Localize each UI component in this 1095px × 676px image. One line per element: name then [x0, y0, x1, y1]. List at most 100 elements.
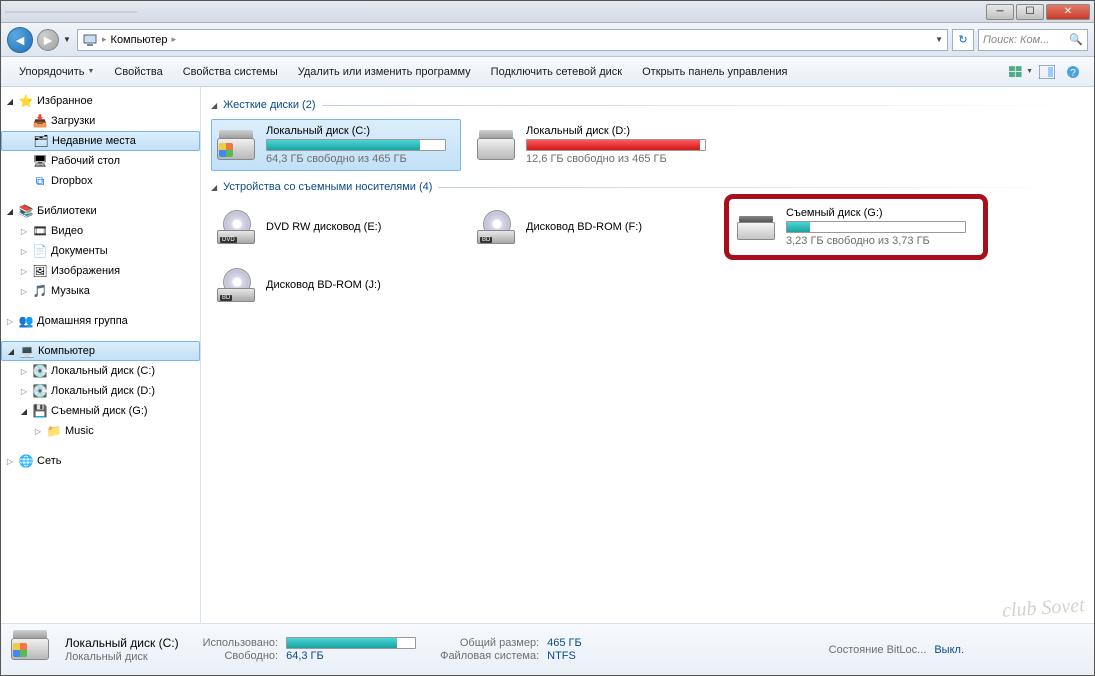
bd-icon: BD [216, 264, 258, 306]
drive-bd-j[interactable]: BD Дисковод BD-ROM (J:) [211, 259, 461, 311]
folder-icon: 📁 [46, 423, 62, 439]
capacity-bar [266, 139, 446, 151]
details-used-bar [286, 637, 416, 649]
sidebar-music-folder[interactable]: ▷📁Music [1, 421, 200, 441]
details-fs-value: NTFS [547, 650, 582, 662]
homegroup-icon: 👥 [18, 313, 34, 329]
network-node[interactable]: ▷🌐Сеть [1, 451, 200, 471]
drive-free-text: 64,3 ГБ свободно из 465 ГБ [266, 153, 456, 165]
properties-button[interactable]: Свойства [104, 62, 172, 82]
sidebar-removable-g[interactable]: ◢💾Съемный диск (G:) [1, 401, 200, 421]
details-bitlocker-label: Состояние BitLoc... [829, 644, 927, 656]
favorites-node[interactable]: ◢⭐Избранное [1, 91, 200, 111]
preview-pane-button[interactable] [1035, 61, 1059, 83]
address-dropdown[interactable]: ▼ [935, 35, 943, 44]
sidebar-videos[interactable]: ▷🎞Видео [1, 221, 200, 241]
drive-icon: 💽 [32, 363, 48, 379]
drive-free-text: 12,6 ГБ свободно из 465 ГБ [526, 153, 716, 165]
minimize-button[interactable]: ─ [986, 4, 1014, 20]
star-icon: ⭐ [18, 93, 34, 109]
drive-label: Дисковод BD-ROM (F:) [526, 221, 716, 233]
back-button[interactable]: ◄ [7, 27, 33, 53]
navigation-pane: ◢⭐Избранное 📥Загрузки 🗂Недавние места 🖥Р… [1, 87, 201, 623]
sidebar-pictures[interactable]: ▷🖼Изображения [1, 261, 200, 281]
recent-icon: 🗂 [33, 133, 49, 149]
documents-icon: 📄 [32, 243, 48, 259]
toolbar: Упорядочить▼ Свойства Свойства системы У… [1, 57, 1094, 87]
dvd-icon: DVD [216, 206, 258, 248]
details-bitlocker-value: Выкл. [934, 644, 964, 656]
drive-dvd-e[interactable]: DVD DVD RW дисковод (E:) [211, 201, 461, 253]
drive-label: Локальный диск (D:) [526, 125, 716, 137]
drive-label: Дисковод BD-ROM (J:) [266, 279, 456, 291]
maximize-button[interactable]: ☐ [1016, 4, 1044, 20]
details-subtitle: Локальный диск [65, 651, 179, 663]
downloads-icon: 📥 [32, 113, 48, 129]
drive-bd-f[interactable]: BD Дисковод BD-ROM (F:) [471, 201, 721, 253]
hdd-icon [476, 124, 518, 166]
breadcrumb-item[interactable]: Компьютер [111, 34, 168, 46]
sidebar-local-c[interactable]: ▷💽Локальный диск (C:) [1, 361, 200, 381]
details-free-value: 64,3 ГБ [286, 650, 416, 662]
drive-removable-g[interactable]: Съемный диск (G:) 3,23 ГБ свободно из 3,… [731, 201, 981, 253]
drive-free-text: 3,23 ГБ свободно из 3,73 ГБ [786, 235, 976, 247]
libraries-node[interactable]: ◢📚Библиотеки [1, 201, 200, 221]
address-bar[interactable]: ▸ Компьютер ▸ ▼ [77, 29, 948, 51]
group-removable[interactable]: ◢Устройства со съемными носителями (4) [211, 181, 1084, 193]
window-title: ———————————— [5, 6, 137, 18]
window-controls: ─ ☐ ✕ [986, 4, 1090, 20]
view-options-button[interactable]: ▼ [1009, 61, 1033, 83]
nav-bar: ◄ ► ▼ ▸ Компьютер ▸ ▼ ↻ Поиск: Ком... 🔍 [1, 23, 1094, 57]
computer-node[interactable]: ◢💻Компьютер [1, 341, 200, 361]
details-total-value: 465 ГБ [547, 637, 582, 649]
desktop-icon: 🖥 [32, 153, 48, 169]
sidebar-desktop[interactable]: 🖥Рабочий стол [1, 151, 200, 171]
explorer-window: ———————————— ─ ☐ ✕ ◄ ► ▼ ▸ Компьютер ▸ ▼… [0, 0, 1095, 676]
hdd-icon [11, 630, 55, 670]
uninstall-button[interactable]: Удалить или изменить программу [288, 62, 481, 82]
group-hard-drives[interactable]: ◢Жесткие диски (2) [211, 99, 1084, 111]
network-icon: 🌐 [18, 453, 34, 469]
main-area: ◢⭐Избранное 📥Загрузки 🗂Недавние места 🖥Р… [1, 87, 1094, 623]
computer-icon: 💻 [19, 343, 35, 359]
capacity-bar [786, 221, 966, 233]
usb-icon: 💾 [32, 403, 48, 419]
drive-label: Съемный диск (G:) [786, 207, 976, 219]
organize-button[interactable]: Упорядочить▼ [9, 62, 104, 82]
forward-button[interactable]: ► [37, 29, 59, 51]
sidebar-documents[interactable]: ▷📄Документы [1, 241, 200, 261]
details-pane: Локальный диск (C:) Локальный диск Испол… [1, 623, 1094, 675]
drive-local-d[interactable]: Локальный диск (D:) 12,6 ГБ свободно из … [471, 119, 721, 171]
breadcrumb-separator[interactable]: ▸ [102, 34, 107, 45]
help-button[interactable]: ? [1061, 61, 1085, 83]
hdd-icon [216, 124, 258, 166]
music-icon: 🎵 [32, 283, 48, 299]
history-dropdown[interactable]: ▼ [63, 35, 73, 44]
details-title: Локальный диск (C:) [65, 636, 179, 650]
sidebar-downloads[interactable]: 📥Загрузки [1, 111, 200, 131]
search-placeholder: Поиск: Ком... [983, 34, 1049, 46]
dropbox-icon: ⧉ [32, 173, 48, 189]
video-icon: 🎞 [32, 223, 48, 239]
drive-local-c[interactable]: Локальный диск (C:) 64,3 ГБ свободно из … [211, 119, 461, 171]
sidebar-recent[interactable]: 🗂Недавние места [1, 131, 200, 151]
libraries-icon: 📚 [18, 203, 34, 219]
search-input[interactable]: Поиск: Ком... 🔍 [978, 29, 1088, 51]
map-drive-button[interactable]: Подключить сетевой диск [481, 62, 632, 82]
drive-icon: 💽 [32, 383, 48, 399]
bd-icon: BD [476, 206, 518, 248]
drive-label: DVD RW дисковод (E:) [266, 221, 456, 233]
content-pane: ◢Жесткие диски (2) Локальный диск (C:) 6… [201, 87, 1094, 623]
system-properties-button[interactable]: Свойства системы [173, 62, 288, 82]
homegroup-node[interactable]: ▷👥Домашняя группа [1, 311, 200, 331]
sidebar-dropbox[interactable]: ⧉Dropbox [1, 171, 200, 191]
sidebar-music[interactable]: ▷🎵Музыка [1, 281, 200, 301]
close-button[interactable]: ✕ [1046, 4, 1090, 20]
sidebar-local-d[interactable]: ▷💽Локальный диск (D:) [1, 381, 200, 401]
usb-drive-icon [736, 206, 778, 248]
computer-icon [82, 32, 98, 48]
titlebar: ———————————— ─ ☐ ✕ [1, 1, 1094, 23]
breadcrumb-separator[interactable]: ▸ [171, 34, 176, 45]
control-panel-button[interactable]: Открыть панель управления [632, 62, 797, 82]
refresh-button[interactable]: ↻ [952, 29, 974, 51]
